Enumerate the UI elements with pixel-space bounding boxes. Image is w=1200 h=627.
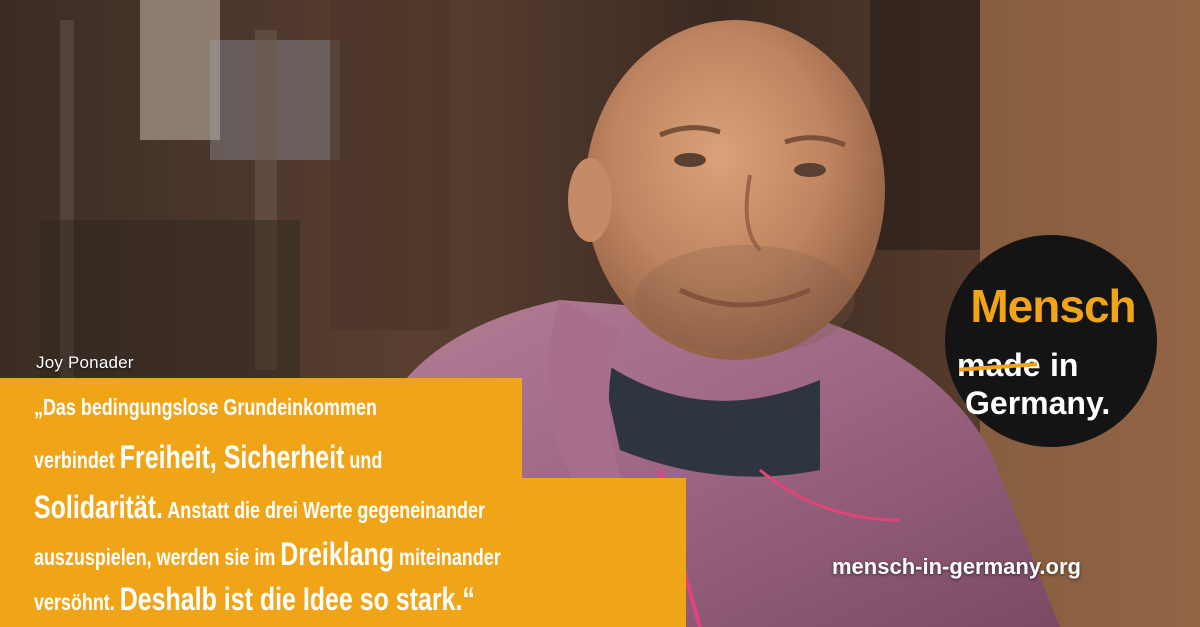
quote-segment: miteinander [394, 544, 501, 570]
quote-line-5: versöhnt. Deshalb ist die Idee so stark.… [0, 574, 686, 627]
quote-line-3: Solidarität. Anstatt die drei Werte gege… [0, 478, 686, 532]
quote-segment: Anstatt die drei Werte gegeneinander [162, 497, 485, 523]
website-url: mensch-in-germany.org [832, 554, 1081, 579]
campaign-image: Joy Ponader „Das bedingungslose Grundein… [0, 0, 1200, 627]
quote-segment: “ [462, 581, 475, 617]
quote-segment: Freiheit, Sicherheit [119, 439, 345, 475]
quote-segment: und [344, 447, 383, 473]
quote-segment: „Das bedingungslose Grundeinkommen [34, 394, 377, 420]
quote-segment: verbindet [34, 447, 120, 473]
logo-word-mensch: Mensch [970, 280, 1136, 332]
logo-word-in: in [1050, 347, 1079, 383]
quote-segment: Deshalb ist die Idee so stark. [119, 581, 463, 617]
quote-segment: Dreiklang [280, 536, 395, 572]
quote-segment: auszuspielen, werden sie im [34, 544, 281, 570]
person-name: Joy Ponader [36, 353, 134, 372]
logo-word-germany: Germany. [965, 385, 1111, 421]
quote-segment: versöhnt. [34, 589, 120, 615]
mensch-made-in-germany-logo: Mensch made in Germany. [945, 235, 1157, 447]
quote-block: „Das bedingungslose Grundeinkommen verbi… [0, 378, 700, 627]
quote-segment: Solidarität. [34, 489, 163, 525]
